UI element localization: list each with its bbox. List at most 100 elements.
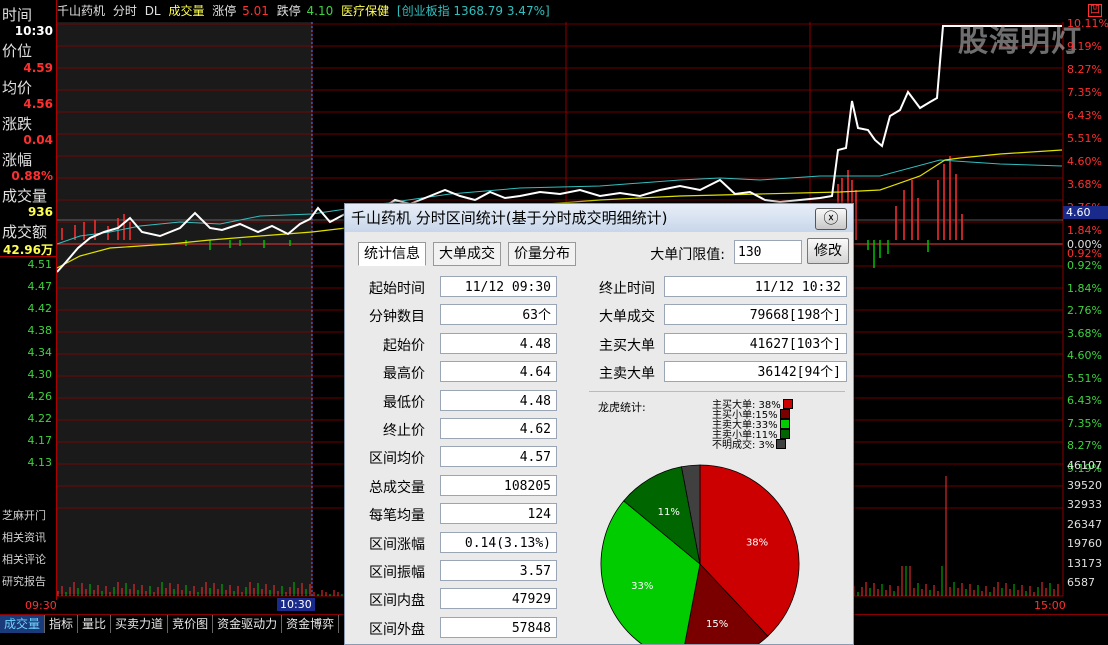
info-divider (0, 256, 56, 257)
legend-item: 主买大单: 38% (712, 399, 793, 411)
threshold-label: 大单门限值: (650, 247, 725, 263)
sector-name[interactable]: 医疗保健 (341, 4, 389, 18)
stat-label: 主买大单 (599, 337, 655, 354)
stat-label: 区间外盘 (369, 621, 425, 638)
left-price-tick: 4.47 (27, 280, 53, 293)
stat-label: 区间涨幅 (369, 536, 425, 553)
bottom-tab-5[interactable]: 资金驱动力 (213, 615, 283, 633)
right-pct-tick: 7.35% (1067, 86, 1102, 99)
close-button[interactable]: ⓧ (815, 208, 847, 230)
left-info-panel: 时间 10:30 价位 4.59 均价 4.56 涨跌 0.04 涨幅 0.88… (0, 0, 57, 600)
stat-value: 4.62 (440, 418, 557, 439)
bottom-tab-2[interactable]: 量比 (78, 615, 112, 633)
right-pct-tick: 1.84% (1067, 224, 1102, 237)
left-link-2[interactable]: 相关评论 (2, 551, 46, 567)
chart-mode: 分时 (112, 4, 137, 18)
legend-text: 不明成交: 3% (712, 440, 775, 451)
legend-item: 不明成交: 3% (712, 439, 793, 451)
pie-label: 11% (658, 507, 680, 518)
pie-label: 38% (746, 537, 768, 548)
tab-stats-info[interactable]: 统计信息 (358, 242, 426, 266)
stat-value: 11/12 09:30 (440, 276, 557, 297)
index-info[interactable]: [创业板指 1368.79 3.47%] (397, 4, 550, 18)
bottom-tab-0[interactable]: 成交量 (0, 615, 46, 633)
left-link-1[interactable]: 相关资讯 (2, 529, 46, 545)
volume-info-label: 成交量 (2, 187, 48, 205)
right-pct-tick: 8.27% (1067, 63, 1102, 76)
stat-label: 终止时间 (599, 281, 655, 297)
bottom-tab-4[interactable]: 竞价图 (168, 615, 214, 633)
right-pct-tick: 6.43% (1067, 109, 1102, 122)
right-volume-tick: 46107 (1067, 459, 1102, 472)
dl-label: DL (144, 4, 161, 18)
price-value: 4.59 (23, 61, 53, 75)
dialog-title: 千山药机 分时区间统计(基于分时成交明细统计) (351, 209, 668, 227)
pie-legend: 主买大单: 38% 主买小单:15% 主卖大单:33% 主卖小单:11% 不明成交: 3… (712, 399, 793, 451)
right-volume-tick: 32933 (1067, 498, 1102, 511)
right-pct-down-tick: 8.27% (1067, 439, 1102, 452)
interval-stats-dialog: 千山药机 分时区间统计(基于分时成交明细统计) ⓧ 统计信息 大单成交 价量分布… (344, 203, 854, 645)
limit-up-label: 涨停 (212, 4, 237, 18)
right-pct-down-tick: 7.35% (1067, 416, 1102, 430)
pct-value: 0.88% (11, 169, 53, 183)
avg-label: 均价 (2, 79, 33, 97)
legend-swatch (779, 409, 790, 419)
change-label: 涨跌 (2, 115, 33, 133)
time-start: 09:30 (25, 599, 57, 612)
legend-item: 主卖小单:11% (712, 429, 793, 441)
stat-label: 分钟数目 (369, 309, 425, 326)
time-value: 10:30 (14, 24, 53, 38)
bottom-tab-1[interactable]: 指标 (45, 615, 79, 633)
left-price-tick: 4.34 (27, 346, 53, 359)
right-pct-down-tick: 4.60% (1067, 349, 1102, 362)
pie-label: 15% (706, 619, 728, 630)
left-price-tick: 4.13 (27, 456, 53, 469)
tab-price-volume[interactable]: 价量分布 (508, 242, 576, 266)
legend-item: 主买小单:15% (712, 409, 793, 421)
stat-value: 3.57 (440, 560, 557, 581)
left-price-tick: 4.38 (27, 324, 53, 337)
stat-label: 总成交量 (369, 479, 425, 496)
stat-value: 57848 (440, 616, 557, 638)
stat-value: 124 (440, 503, 557, 525)
stat-value: 63个 (440, 304, 557, 326)
stat-label: 最高价 (383, 366, 425, 383)
pie-chart: 38% 15% 33% 11% (600, 464, 800, 644)
right-pct-tick: 3.68% (1067, 178, 1102, 191)
left-link-3[interactable]: 研究报告 (2, 573, 46, 589)
limit-down-label: 跌停 (276, 4, 301, 18)
right-pct-tick: 10.11% (1067, 17, 1108, 30)
legend-swatch (779, 429, 790, 439)
right-cursor-price: 4.60 (1063, 206, 1108, 219)
stat-value: 0.14(3.13%) (440, 531, 557, 553)
stat-value: 47929 (440, 588, 557, 610)
right-volume-tick: 19760 (1067, 537, 1102, 550)
stat-value: 108205 (440, 474, 557, 496)
stat-value: 4.48 (440, 332, 557, 354)
time-cursor: 10:30 (277, 598, 315, 611)
corner-mark[interactable]: 凹 (1088, 4, 1102, 17)
threshold-input[interactable] (734, 240, 802, 264)
bottom-tab-3[interactable]: 买卖力道 (111, 615, 169, 633)
stat-value: 11/12 10:32 (664, 276, 847, 297)
left-price-tick: 4.30 (27, 368, 53, 381)
bottom-tab-6[interactable]: 资金博弈 (282, 615, 340, 633)
left-link-0[interactable]: 芝麻开门 (2, 507, 46, 523)
modify-button[interactable]: 修改 (807, 238, 849, 264)
volume-label: 成交量 (168, 4, 205, 18)
right-pct-down-tick: 5.51% (1067, 371, 1102, 385)
dialog-titlebar[interactable]: 千山药机 分时区间统计(基于分时成交明细统计) (345, 204, 853, 232)
stat-label: 区间振幅 (369, 565, 425, 581)
legend-swatch (776, 439, 787, 449)
price-label: 价位 (2, 42, 33, 60)
amount-label: 成交额 (2, 223, 48, 241)
change-value: 0.04 (23, 133, 53, 147)
stat-label: 起始时间 (369, 281, 425, 297)
stat-value: 41627[103个] (664, 332, 847, 354)
limit-up-value: 5.01 (242, 4, 269, 18)
stat-label: 大单成交 (599, 309, 655, 326)
stats-divider (589, 391, 845, 392)
tab-large-orders[interactable]: 大单成交 (433, 242, 501, 266)
stat-label: 每笔均量 (369, 508, 425, 525)
stat-value: 36142[94个] (664, 361, 847, 383)
